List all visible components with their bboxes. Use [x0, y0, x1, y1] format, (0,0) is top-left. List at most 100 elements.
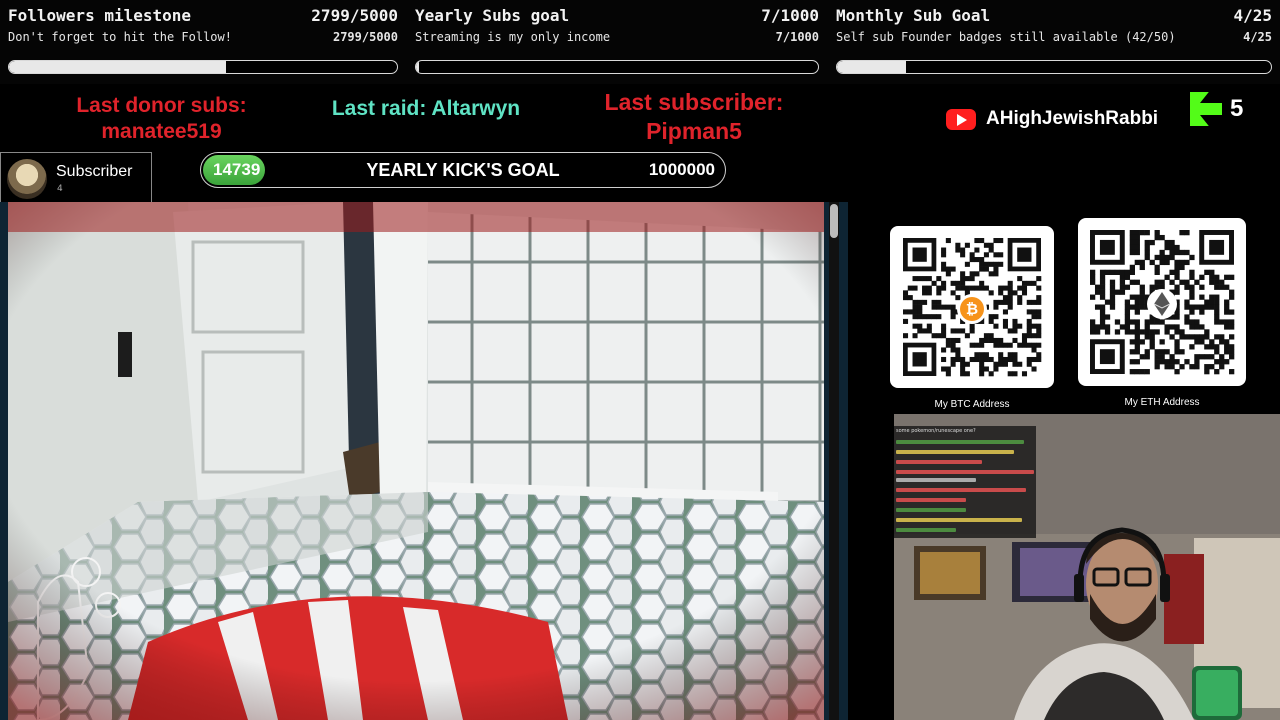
qr-module [988, 261, 994, 267]
qr-module [998, 352, 1004, 358]
qr-module [1094, 289, 1101, 295]
qr-module [1099, 314, 1106, 320]
qr-module [993, 361, 999, 367]
qr-module [993, 299, 999, 305]
qr-module [969, 328, 975, 334]
qr-module [960, 371, 966, 377]
qr-module [912, 333, 918, 339]
qr-module [988, 242, 994, 248]
youtube-channel-name: AHighJewishRabbi [986, 108, 1159, 129]
qr-module [1139, 329, 1145, 335]
qr-module [1229, 289, 1235, 295]
qr-module [1026, 356, 1032, 363]
qr-module [1194, 359, 1200, 365]
goal-count-small: 2799/5000 [332, 30, 398, 44]
qr-module [1184, 319, 1190, 325]
qr-module [1036, 285, 1042, 291]
kick-icon [1190, 92, 1222, 126]
qr-module [1179, 334, 1185, 340]
qr-module [1021, 280, 1028, 286]
qr-module [950, 356, 956, 363]
qr-module [1189, 269, 1195, 275]
qr-module [955, 328, 961, 334]
qr-module [1036, 309, 1042, 315]
qr-module [1036, 299, 1042, 305]
qr-module [1017, 299, 1023, 305]
qr-module [1021, 337, 1028, 343]
qr-module [917, 314, 923, 320]
chat-line [896, 488, 1026, 492]
qr-module [988, 314, 994, 320]
qr-module [1119, 289, 1126, 295]
game-scrollbar[interactable] [829, 202, 839, 720]
qr-module [998, 361, 1004, 367]
qr-module [941, 285, 947, 291]
qr-module [1017, 342, 1023, 348]
qr-module [979, 366, 985, 372]
qr-module [1164, 254, 1170, 261]
qr-module [1209, 344, 1215, 350]
chat-line [896, 498, 966, 502]
youtube-icon [946, 108, 976, 130]
qr-module [1036, 295, 1042, 301]
qr-module [1224, 359, 1230, 365]
qr-module [931, 314, 937, 320]
qr-module [1159, 254, 1165, 261]
qr-module [1189, 309, 1195, 315]
qr-module [1129, 294, 1135, 300]
qr-module [1149, 329, 1155, 335]
eth-qr-pattern [1090, 230, 1235, 375]
qr-module [1179, 259, 1185, 266]
qr-module [1036, 342, 1042, 348]
goal-count-small: 7/1000 [775, 30, 819, 44]
qr-module [912, 314, 918, 320]
qr-module [1007, 295, 1013, 301]
qr-module [1174, 369, 1180, 375]
qr-module [912, 304, 918, 310]
eth-caption: My ETH Address [1124, 397, 1200, 408]
qr-module [964, 371, 970, 377]
qr-module [993, 252, 999, 258]
qr-module [1214, 359, 1220, 365]
qr-module [1090, 269, 1096, 275]
btc-caption: My BTC Address [934, 399, 1010, 410]
qr-module [1026, 342, 1032, 348]
qr-module [1124, 314, 1131, 320]
qr-module [945, 371, 951, 377]
qr-module [1099, 284, 1106, 290]
qr-module [1159, 359, 1165, 365]
qr-module [941, 328, 947, 334]
qr-module [1214, 369, 1220, 375]
qr-module [1224, 304, 1230, 310]
qr-module [979, 342, 985, 348]
scrollbar-thumb[interactable] [830, 204, 838, 238]
monthly-sub-goal: Monthly Sub Goal 4/25 Self sub Founder b… [836, 6, 1272, 78]
qr-module [1174, 264, 1180, 271]
qr-module [988, 356, 994, 363]
qr-module [1031, 314, 1037, 320]
qr-module [1154, 359, 1160, 365]
qr-module [945, 366, 951, 372]
qr-module [1144, 324, 1150, 330]
qr-module [1139, 304, 1145, 310]
qr-module [1214, 314, 1220, 320]
qr-module [960, 366, 966, 372]
qr-module [941, 266, 947, 272]
qr-module [1012, 323, 1018, 329]
qr-module [950, 309, 956, 315]
qr-module [960, 247, 966, 253]
qr-module [960, 276, 966, 282]
qr-module [926, 285, 932, 291]
qr-module [993, 304, 999, 310]
qr-module [993, 314, 999, 320]
qr-module [1159, 259, 1165, 266]
qr-module [974, 356, 980, 363]
donor-name: manatee519 [101, 120, 222, 143]
qr-module [1154, 329, 1160, 335]
qr-module [917, 276, 923, 282]
qr-module [1209, 274, 1215, 280]
subscriber-name: Pipman5 [646, 118, 742, 144]
qr-module [1139, 299, 1145, 305]
qr-module [969, 356, 975, 363]
qr-module [1214, 304, 1220, 310]
